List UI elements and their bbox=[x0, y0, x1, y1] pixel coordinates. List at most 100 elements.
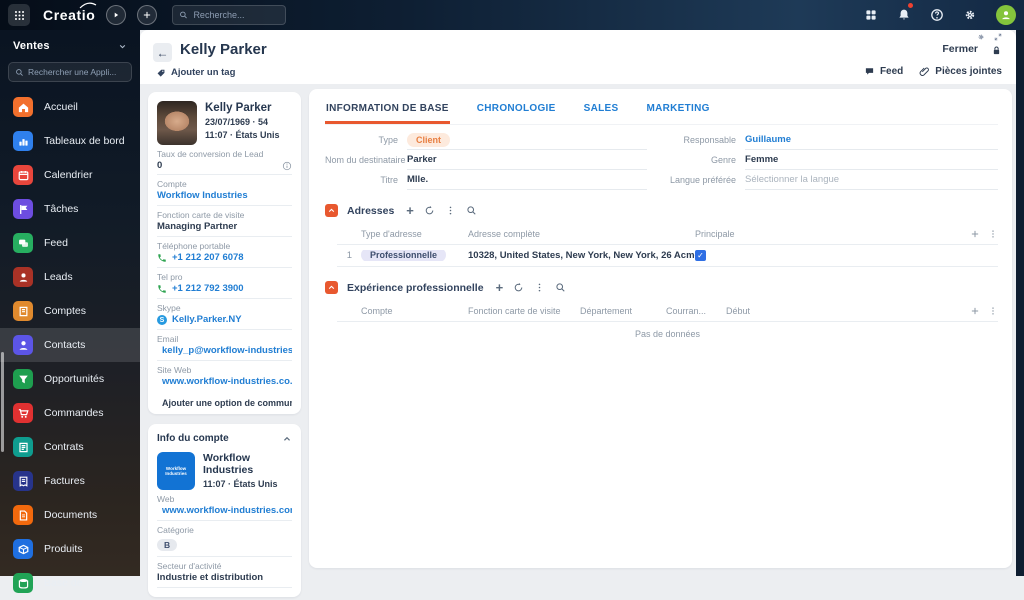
sidebar-item-contacts[interactable]: Contacts bbox=[0, 328, 140, 362]
search-icon[interactable] bbox=[555, 282, 566, 293]
add-experience-button[interactable]: + bbox=[496, 281, 504, 294]
field-langue-preferee: Langue préférée Sélectionner la langue bbox=[663, 170, 998, 190]
principal-checkbox[interactable]: ✓ bbox=[695, 250, 706, 261]
account-field-secteur: Secteur d'activité Industrie et distribu… bbox=[157, 557, 292, 588]
nom-destinataire-value[interactable]: Parker bbox=[407, 150, 648, 170]
help-icon[interactable] bbox=[930, 6, 944, 24]
account-field-web: Web www.workflow-industries.com bbox=[157, 490, 292, 521]
contact-photo[interactable] bbox=[157, 101, 197, 145]
notifications-bell-icon[interactable] bbox=[897, 3, 913, 24]
flag-icon bbox=[13, 199, 33, 219]
account-website-link[interactable]: www.workflow-industries.com bbox=[162, 505, 292, 517]
sidebar-item-commandes[interactable]: Commandes bbox=[0, 396, 140, 430]
back-button[interactable]: ← bbox=[153, 43, 172, 62]
cart-icon bbox=[13, 403, 33, 423]
global-search[interactable] bbox=[172, 5, 287, 25]
account-logo[interactable]: Workflow Industries bbox=[157, 452, 195, 490]
add-communication-option-button[interactable]: Ajouter une option de communicatio bbox=[157, 398, 292, 408]
user-avatar[interactable] bbox=[996, 5, 1016, 25]
app-search[interactable] bbox=[8, 62, 132, 82]
field-genre: Genre Femme bbox=[663, 150, 998, 170]
email-link[interactable]: kelly_p@workflow-industries... bbox=[162, 345, 292, 357]
sidebar-item-factures[interactable]: Factures bbox=[0, 464, 140, 498]
sidebar-item-leads[interactable]: Leads bbox=[0, 260, 140, 294]
chat-icon bbox=[13, 233, 33, 253]
sidebar-item-taches[interactable]: Tâches bbox=[0, 192, 140, 226]
skype-link[interactable]: Kelly.Parker.NY bbox=[172, 314, 242, 326]
invoice-icon bbox=[13, 471, 33, 491]
refresh-icon[interactable] bbox=[513, 282, 524, 293]
contract-icon bbox=[13, 437, 33, 457]
collapse-section-icon[interactable] bbox=[325, 204, 338, 217]
account-info-card: Info du compte Workflow Industries Workf… bbox=[148, 424, 301, 597]
genre-value[interactable]: Femme bbox=[745, 150, 998, 170]
notification-dot bbox=[908, 3, 913, 8]
more-options-icon[interactable] bbox=[445, 205, 456, 216]
close-button[interactable]: Fermer bbox=[942, 43, 978, 55]
contact-profile-card: Kelly Parker 23/07/1969 · 54 11:07 · Éta… bbox=[148, 92, 301, 414]
sidebar-item-contrats[interactable]: Contrats bbox=[0, 430, 140, 464]
more-options-icon[interactable] bbox=[988, 306, 998, 316]
dashboard-icon bbox=[13, 131, 33, 151]
sidebar: Ventes Accueil Tableaux de bord Calendri… bbox=[0, 30, 140, 593]
lock-icon[interactable] bbox=[991, 42, 1002, 60]
record-detail-card: INFORMATION DE BASE CHRONOLOGIE SALES MA… bbox=[309, 89, 1012, 568]
sidebar-item-base-de[interactable]: Base de bbox=[0, 566, 140, 600]
collapse-chevron-up-icon[interactable] bbox=[282, 434, 292, 444]
field-nom-destinataire: Nom du destinataire Parker bbox=[325, 150, 648, 170]
sidebar-item-feed[interactable]: Feed bbox=[0, 226, 140, 260]
addresses-title: Adresses bbox=[347, 204, 395, 217]
tab-sales[interactable]: SALES bbox=[583, 95, 620, 124]
refresh-icon[interactable] bbox=[424, 205, 435, 216]
collapse-section-icon[interactable] bbox=[325, 281, 338, 294]
sidebar-item-produits[interactable]: Produits bbox=[0, 532, 140, 566]
info-icon[interactable] bbox=[282, 161, 292, 171]
more-options-icon[interactable] bbox=[988, 229, 998, 239]
chevron-down-icon[interactable] bbox=[118, 42, 127, 51]
field-responsable: Responsable Guillaume bbox=[663, 130, 998, 150]
workspace-selector[interactable]: Ventes bbox=[13, 40, 50, 52]
tab-information-de-base[interactable]: INFORMATION DE BASE bbox=[325, 95, 450, 124]
titre-value[interactable]: Mlle. bbox=[407, 170, 648, 190]
sidebar-item-opportunites[interactable]: Opportunités bbox=[0, 362, 140, 396]
sidebar-item-tableaux-de-bord[interactable]: Tableaux de bord bbox=[0, 124, 140, 158]
add-row-icon[interactable] bbox=[970, 306, 980, 316]
tab-chronologie[interactable]: CHRONOLOGIE bbox=[476, 95, 557, 124]
settings-gear-icon[interactable] bbox=[963, 6, 977, 24]
workspaces-icon[interactable] bbox=[864, 6, 878, 24]
feed-button[interactable]: Feed bbox=[864, 66, 903, 77]
app-search-input[interactable] bbox=[28, 67, 120, 77]
attachments-button[interactable]: Pièces jointes bbox=[919, 66, 1002, 77]
phone-link[interactable]: +1 212 207 6078 bbox=[172, 252, 244, 264]
website-link[interactable]: www.workflow-industries.co... bbox=[162, 376, 292, 388]
add-row-icon[interactable] bbox=[970, 229, 980, 239]
account-link[interactable]: Workflow Industries bbox=[157, 190, 248, 202]
contact-birthdate: 23/07/1969 · 54 bbox=[205, 117, 269, 127]
sidebar-item-documents[interactable]: Documents bbox=[0, 498, 140, 532]
tab-marketing[interactable]: MARKETING bbox=[645, 95, 710, 124]
sidebar-item-accueil[interactable]: Accueil bbox=[0, 90, 140, 124]
apps-grid-icon[interactable] bbox=[8, 4, 30, 26]
address-row[interactable]: 1 Professionnelle 10328, United States, … bbox=[337, 245, 998, 267]
sidebar-item-calendrier[interactable]: Calendrier bbox=[0, 158, 140, 192]
page-settings-gear-icon[interactable] bbox=[977, 33, 985, 41]
skype-icon: S bbox=[157, 315, 167, 325]
langue-preferee-placeholder[interactable]: Sélectionner la langue bbox=[745, 170, 998, 190]
more-options-icon[interactable] bbox=[534, 282, 545, 293]
knowledge-icon bbox=[13, 573, 33, 593]
profile-field-tel-pro: Tel pro +1 212 792 3900 bbox=[157, 268, 292, 299]
search-icon[interactable] bbox=[466, 205, 477, 216]
document-icon bbox=[13, 505, 33, 525]
sidebar-scrollbar[interactable] bbox=[1, 352, 4, 452]
funnel-icon bbox=[13, 369, 33, 389]
add-icon[interactable] bbox=[137, 5, 158, 25]
creatio-logo: Creatio bbox=[43, 2, 97, 23]
add-address-button[interactable]: + bbox=[406, 204, 414, 217]
sidebar-item-comptes[interactable]: Comptes bbox=[0, 294, 140, 328]
phone-link[interactable]: +1 212 792 3900 bbox=[172, 283, 244, 295]
add-tag-button[interactable]: Ajouter un tag bbox=[156, 67, 235, 78]
play-icon[interactable] bbox=[106, 5, 127, 25]
responsable-link[interactable]: Guillaume bbox=[745, 130, 998, 150]
expand-icon[interactable] bbox=[994, 33, 1002, 41]
global-search-input[interactable] bbox=[193, 10, 280, 20]
